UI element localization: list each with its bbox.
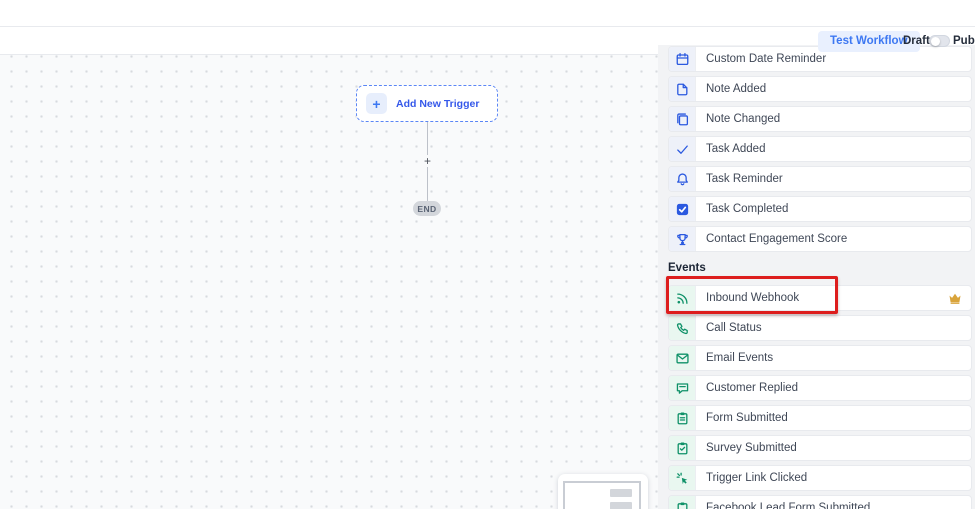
plus-icon: + — [366, 93, 387, 114]
survey-icon — [669, 436, 696, 460]
add-trigger-label: Add New Trigger — [396, 98, 479, 110]
list-item-email-events[interactable]: Email Events — [668, 345, 972, 371]
list-item-label: Facebook Lead Form Submitted — [706, 502, 870, 509]
list-item-label: Custom Date Reminder — [706, 53, 826, 65]
email-icon — [669, 346, 696, 370]
section-header-events: Events — [668, 258, 975, 278]
note-changed-icon — [669, 107, 696, 131]
list-item-label: Inbound Webhook — [706, 292, 799, 304]
note-icon — [669, 77, 696, 101]
list-item-survey-submitted[interactable]: Survey Submitted — [668, 435, 972, 461]
preview-frame — [563, 481, 641, 509]
end-node: END — [413, 201, 441, 216]
list-item-label: Task Reminder — [706, 173, 783, 185]
builder-canvas[interactable]: + Add New Trigger + END — [0, 55, 658, 509]
list-item-facebook-lead-form-submitted[interactable]: Facebook Lead Form Submitted — [668, 495, 972, 509]
bell-icon — [669, 167, 696, 191]
facebook-form-icon — [669, 496, 696, 509]
list-item-note-added[interactable]: Note Added — [668, 76, 972, 102]
placeholder-bar — [610, 489, 632, 497]
list-item-label: Customer Replied — [706, 382, 798, 394]
workflow-builder-window: New Workflow : 1726126718449 RL Saved Bu… — [0, 0, 975, 509]
list-item-task-added[interactable]: Task Added — [668, 136, 972, 162]
calendar-icon — [669, 47, 696, 71]
chat-icon — [669, 376, 696, 400]
list-item-task-completed[interactable]: Task Completed — [668, 196, 972, 222]
draft-label: Draft — [903, 35, 930, 47]
list-item-task-reminder[interactable]: Task Reminder — [668, 166, 972, 192]
list-item-contact-engagement-score[interactable]: Contact Engagement Score — [668, 226, 972, 252]
list-item-label: Note Added — [706, 83, 766, 95]
webhook-icon — [669, 286, 696, 310]
list-item-trigger-link-clicked[interactable]: Trigger Link Clicked — [668, 465, 972, 491]
list-item-label: Survey Submitted — [706, 442, 797, 454]
task-completed-icon — [669, 197, 696, 221]
list-item-customer-replied[interactable]: Customer Replied — [668, 375, 972, 401]
list-item-inbound-webhook[interactable]: Inbound Webhook — [668, 285, 972, 311]
toggle-knob — [931, 37, 940, 46]
list-item-label: Contact Engagement Score — [706, 233, 847, 245]
list-item-label: Task Added — [706, 143, 765, 155]
phone-icon — [669, 316, 696, 340]
header — [0, 0, 975, 27]
list-item-label: Trigger Link Clicked — [706, 472, 807, 484]
form-icon — [669, 406, 696, 430]
trigger-sidebar[interactable]: Custom Date Reminder Note Added Note Chang… — [658, 45, 975, 509]
crown-premium-icon — [948, 292, 962, 304]
link-click-icon — [669, 466, 696, 490]
list-item-call-status[interactable]: Call Status — [668, 315, 972, 341]
publish-toggle[interactable] — [929, 35, 950, 47]
publish-label: Publish — [953, 35, 975, 47]
trophy-icon — [669, 227, 696, 251]
preview-card — [558, 474, 648, 509]
list-item-form-submitted[interactable]: Form Submitted — [668, 405, 972, 431]
list-item-label: Email Events — [706, 352, 773, 364]
list-item-label: Form Submitted — [706, 412, 788, 424]
check-icon — [669, 137, 696, 161]
list-item-label: Task Completed — [706, 203, 788, 215]
list-item-label: Note Changed — [706, 113, 780, 125]
placeholder-bar — [610, 502, 632, 509]
list-item-note-changed[interactable]: Note Changed — [668, 106, 972, 132]
list-item-label: Call Status — [706, 322, 762, 334]
add-new-trigger-button[interactable]: + Add New Trigger — [356, 85, 498, 122]
add-step-plus-icon[interactable]: + — [421, 155, 434, 167]
trigger-list: Custom Date Reminder Note Added Note Chang… — [658, 46, 975, 509]
